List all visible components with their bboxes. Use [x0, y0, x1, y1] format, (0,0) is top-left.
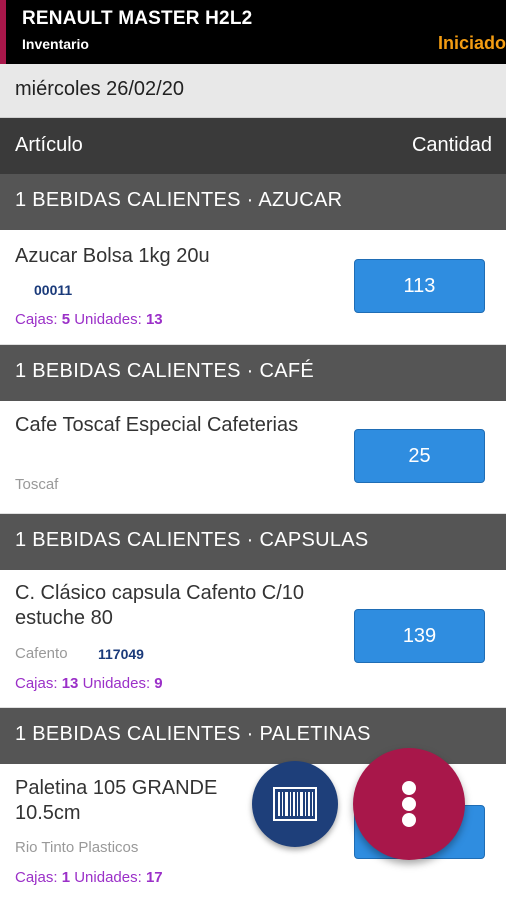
item-name: Azucar Bolsa 1kg 20u: [15, 245, 210, 267]
screen-subtitle: Inventario: [22, 36, 89, 52]
quantity-button[interactable]: 139: [354, 609, 485, 663]
item-counts: Cajas: 1 Unidades: 17: [15, 869, 163, 886]
section-header: 1 BEBIDAS CALIENTES · AZUCAR: [0, 174, 506, 230]
list-item[interactable]: Azucar Bolsa 1kg 20u 00011 Cajas: 5 Unid…: [0, 230, 506, 345]
item-brand: Rio Tinto Plasticos: [15, 839, 139, 856]
quantity-button[interactable]: 113: [354, 259, 485, 313]
item-name: Cafe Toscaf Especial Cafeterias: [15, 414, 299, 436]
column-quantity: Cantidad: [411, 134, 492, 156]
item-name: Paletina 105 GRANDE 10.5cm: [15, 777, 218, 824]
item-code: 117049: [98, 646, 144, 662]
column-header: Artículo Cantidad: [0, 118, 506, 174]
scan-barcode-button[interactable]: [252, 761, 338, 847]
section-header: 1 BEBIDAS CALIENTES · CAFÉ: [0, 345, 506, 401]
section-header: 1 BEBIDAS CALIENTES · CAPSULAS: [0, 514, 506, 570]
quantity-button[interactable]: 25: [354, 429, 485, 483]
section-title: 1 BEBIDAS CALIENTES · CAFÉ: [15, 360, 314, 382]
more-options-button[interactable]: [353, 748, 465, 860]
date-bar: miércoles 26/02/20: [0, 64, 506, 118]
header-accent-strip: [0, 0, 6, 64]
app-header: RENAULT MASTER H2L2 Inventario Iniciado: [0, 0, 506, 64]
section-title: 1 BEBIDAS CALIENTES · AZUCAR: [15, 189, 343, 211]
section-title: 1 BEBIDAS CALIENTES · PALETINAS: [15, 723, 371, 745]
section-title: 1 BEBIDAS CALIENTES · CAPSULAS: [15, 529, 369, 551]
vehicle-title: RENAULT MASTER H2L2: [22, 8, 253, 29]
column-article: Artículo: [15, 134, 83, 156]
item-counts: Cajas: 5 Unidades: 13: [15, 311, 163, 328]
item-brand: Toscaf: [15, 476, 59, 493]
list-item[interactable]: C. Clásico capsula Cafento C/10 estuche …: [0, 570, 506, 708]
item-brand: Cafento: [15, 645, 68, 662]
status-label: Iniciado: [437, 33, 506, 53]
barcode-icon: [273, 787, 317, 821]
item-counts: Cajas: 13 Unidades: 9: [15, 675, 163, 692]
more-vertical-icon: [402, 781, 416, 827]
item-name: C. Clásico capsula Cafento C/10 estuche …: [15, 582, 305, 629]
item-code: 00011: [34, 282, 73, 298]
date-label: miércoles 26/02/20: [15, 78, 184, 100]
list-item[interactable]: Cafe Toscaf Especial Cafeterias Toscaf 2…: [0, 401, 506, 514]
